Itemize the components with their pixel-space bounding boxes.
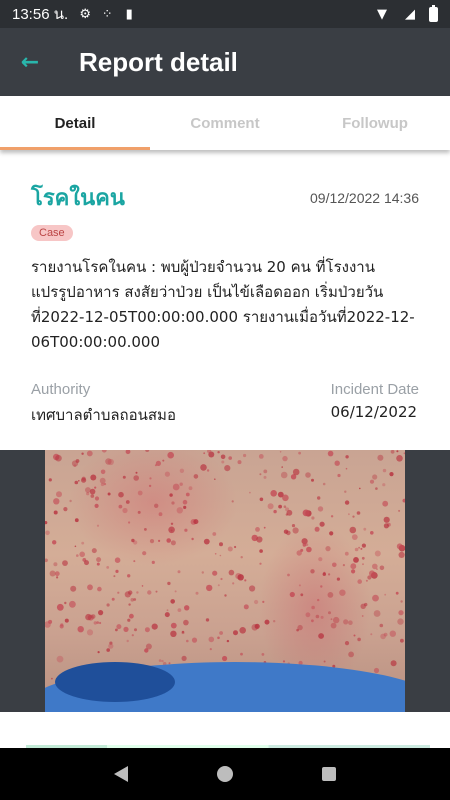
tab-bar: Detail Comment Followup bbox=[0, 96, 450, 150]
authority-label: Authority bbox=[31, 381, 91, 398]
photo-cloth-shade bbox=[55, 662, 175, 702]
sd-card-icon: ▮ bbox=[125, 6, 133, 22]
status-bar: 13:56 น. ⚙ ⁘ ▮ ▼ ◢ bbox=[0, 0, 450, 28]
battery-icon bbox=[429, 4, 438, 22]
thumbnail-strip[interactable] bbox=[0, 712, 450, 748]
tab-followup[interactable]: Followup bbox=[300, 96, 450, 150]
nav-home-icon[interactable] bbox=[216, 766, 233, 782]
arrow-left-icon: ← bbox=[20, 49, 40, 75]
tab-comment[interactable]: Comment bbox=[150, 96, 300, 150]
page-title: Report detail bbox=[79, 46, 238, 77]
incident-date-label: Incident Date bbox=[330, 381, 419, 398]
report-category: โรคในคน bbox=[31, 186, 125, 211]
app-bar: ← Report detail bbox=[0, 28, 450, 96]
incident-date-value: 06/12/2022 bbox=[330, 403, 418, 421]
report-description: รายงานโรคในคน : พบผู้ป่วยจำนวน 20 คน ที่… bbox=[31, 258, 415, 351]
dots-icon: ⁘ bbox=[101, 6, 113, 22]
image-gallery[interactable] bbox=[0, 450, 450, 712]
nav-back-icon[interactable] bbox=[114, 766, 129, 782]
case-badge: Case bbox=[31, 225, 73, 241]
back-button[interactable]: ← bbox=[0, 34, 60, 90]
report-card: โรคในคน 09/12/2022 14:36 Case รายงานโรคใ… bbox=[0, 150, 450, 450]
signal-icon: ◢ bbox=[405, 6, 415, 22]
report-datetime: 09/12/2022 14:36 bbox=[310, 189, 419, 206]
status-time: 13:56 น. bbox=[12, 6, 69, 23]
report-photo[interactable] bbox=[45, 450, 405, 712]
tab-detail[interactable]: Detail bbox=[0, 96, 150, 150]
authority-value: เทศบาลตำบลถอนสมอ bbox=[31, 406, 176, 424]
settings-gear-icon: ⚙ bbox=[79, 6, 91, 22]
system-nav-bar bbox=[0, 748, 450, 800]
nav-recents-icon[interactable] bbox=[321, 767, 336, 781]
wifi-icon: ▼ bbox=[377, 6, 387, 22]
